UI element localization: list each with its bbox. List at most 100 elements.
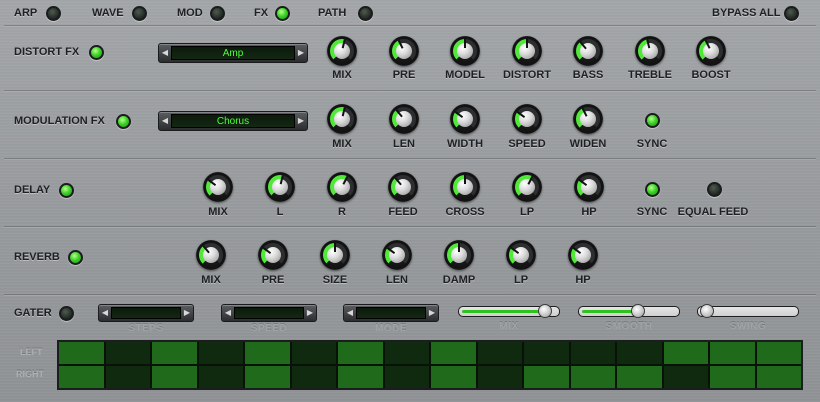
nav-arp-led[interactable] xyxy=(46,6,61,21)
gate-step-cell[interactable] xyxy=(524,366,569,388)
nav-path-led[interactable] xyxy=(358,6,373,21)
gate-step-cell[interactable] xyxy=(338,342,383,364)
speed-select[interactable]: ◀ ▶ xyxy=(221,304,317,322)
modulation-sync-led[interactable] xyxy=(645,113,660,128)
nav-mod-led[interactable] xyxy=(210,6,225,21)
gate-step-cell[interactable] xyxy=(431,366,476,388)
mode-select[interactable]: ◀ ▶ xyxy=(343,304,439,322)
gate-step-cell[interactable] xyxy=(152,366,197,388)
gate-step-cell[interactable] xyxy=(524,342,569,364)
reverb-pre-knob[interactable] xyxy=(258,240,288,270)
delay-mix-knob[interactable] xyxy=(203,172,233,202)
delay-r-knob[interactable] xyxy=(327,172,357,202)
distort-pre-knob[interactable] xyxy=(389,36,419,66)
modulation-enable-led[interactable] xyxy=(116,114,131,129)
gate-step-cell[interactable] xyxy=(617,366,662,388)
bypass-all-led[interactable] xyxy=(784,6,799,21)
next-arrow-icon[interactable]: ▶ xyxy=(304,305,316,321)
gate-step-cell[interactable] xyxy=(384,342,429,364)
reverb-lp-knob[interactable] xyxy=(506,240,536,270)
nav-wave-led[interactable] xyxy=(132,6,147,21)
modulation-len-knob[interactable] xyxy=(389,104,419,134)
gate-step-cell[interactable] xyxy=(477,342,522,364)
smooth-slider-thumb[interactable] xyxy=(631,304,646,318)
distort-distort-knob[interactable] xyxy=(512,36,542,66)
gate-step-cell[interactable] xyxy=(756,342,801,364)
gate-step-cell[interactable] xyxy=(431,342,476,364)
nav-mod-label[interactable]: MOD xyxy=(177,7,203,19)
gate-step-cell[interactable] xyxy=(338,366,383,388)
gate-step-cell[interactable] xyxy=(105,366,150,388)
gate-step-cell[interactable] xyxy=(152,342,197,364)
delay-lp-knob[interactable] xyxy=(512,172,542,202)
swing-slider[interactable] xyxy=(697,304,799,318)
gate-step-cell[interactable] xyxy=(291,366,336,388)
reverb-lp-label: LP xyxy=(513,274,529,286)
distort-treble-knob[interactable] xyxy=(635,36,665,66)
reverb-size-knob[interactable] xyxy=(320,240,350,270)
steps-select[interactable]: ◀ ▶ xyxy=(98,304,194,322)
mix-slider[interactable] xyxy=(458,304,560,318)
next-arrow-icon[interactable]: ▶ xyxy=(295,44,307,62)
gate-step-cell[interactable] xyxy=(59,366,104,388)
gate-step-cell[interactable] xyxy=(663,342,708,364)
gate-step-cell[interactable] xyxy=(477,366,522,388)
bypass-all-label[interactable]: BYPASS ALL xyxy=(712,7,780,19)
distort-enable-led[interactable] xyxy=(89,45,104,60)
modulation-widen-knob[interactable] xyxy=(573,104,603,134)
gate-step-cell[interactable] xyxy=(384,366,429,388)
smooth-slider[interactable] xyxy=(578,304,680,318)
gate-step-cell[interactable] xyxy=(756,366,801,388)
prev-arrow-icon[interactable]: ◀ xyxy=(159,44,171,62)
distort-boost-knob[interactable] xyxy=(696,36,726,66)
gate-step-cell[interactable] xyxy=(710,366,755,388)
delay-hp-knob[interactable] xyxy=(574,172,604,202)
prev-arrow-icon[interactable]: ◀ xyxy=(222,305,234,321)
gate-step-cell[interactable] xyxy=(59,342,104,364)
modulation-preset-select[interactable]: ◀ Chorus ▶ xyxy=(158,111,308,131)
distort-mix-knob[interactable] xyxy=(327,36,357,66)
delay-cross-knob[interactable] xyxy=(450,172,480,202)
gate-step-cell[interactable] xyxy=(570,342,615,364)
prev-arrow-icon[interactable]: ◀ xyxy=(159,112,171,130)
next-arrow-icon[interactable]: ▶ xyxy=(181,305,193,321)
gater-enable-led[interactable] xyxy=(59,306,74,321)
gate-step-cell[interactable] xyxy=(570,366,615,388)
reverb-len-knob[interactable] xyxy=(382,240,412,270)
mix-slider-thumb[interactable] xyxy=(538,304,553,318)
distort-model-knob[interactable] xyxy=(450,36,480,66)
nav-arp-label[interactable]: ARP xyxy=(14,7,37,19)
next-arrow-icon[interactable]: ▶ xyxy=(426,305,438,321)
gate-step-cell[interactable] xyxy=(198,342,243,364)
gate-step-cell[interactable] xyxy=(291,342,336,364)
distort-preset-select[interactable]: ◀ Amp ▶ xyxy=(158,43,308,63)
gate-step-cell[interactable] xyxy=(663,366,708,388)
delay-sync-led[interactable] xyxy=(645,182,660,197)
gate-step-cell[interactable] xyxy=(617,342,662,364)
next-arrow-icon[interactable]: ▶ xyxy=(295,112,307,130)
nav-fx-led[interactable] xyxy=(275,6,290,21)
nav-fx-label[interactable]: FX xyxy=(254,7,268,19)
reverb-enable-led[interactable] xyxy=(68,250,83,265)
modulation-mix-knob[interactable] xyxy=(327,104,357,134)
nav-path-label[interactable]: PATH xyxy=(318,7,346,19)
prev-arrow-icon[interactable]: ◀ xyxy=(99,305,111,321)
equal-feed-led[interactable] xyxy=(707,182,722,197)
gate-step-cell[interactable] xyxy=(245,366,290,388)
modulation-speed-knob[interactable] xyxy=(512,104,542,134)
reverb-damp-knob[interactable] xyxy=(444,240,474,270)
delay-feed-knob[interactable] xyxy=(388,172,418,202)
swing-slider-thumb[interactable] xyxy=(700,304,714,318)
delay-l-knob[interactable] xyxy=(265,172,295,202)
gate-step-cell[interactable] xyxy=(198,366,243,388)
gate-step-cell[interactable] xyxy=(710,342,755,364)
gate-step-cell[interactable] xyxy=(105,342,150,364)
reverb-mix-knob[interactable] xyxy=(196,240,226,270)
gate-step-cell[interactable] xyxy=(245,342,290,364)
modulation-width-knob[interactable] xyxy=(450,104,480,134)
delay-enable-led[interactable] xyxy=(59,183,74,198)
reverb-hp-knob[interactable] xyxy=(568,240,598,270)
distort-bass-knob[interactable] xyxy=(573,36,603,66)
nav-wave-label[interactable]: WAVE xyxy=(92,7,124,19)
prev-arrow-icon[interactable]: ◀ xyxy=(344,305,356,321)
